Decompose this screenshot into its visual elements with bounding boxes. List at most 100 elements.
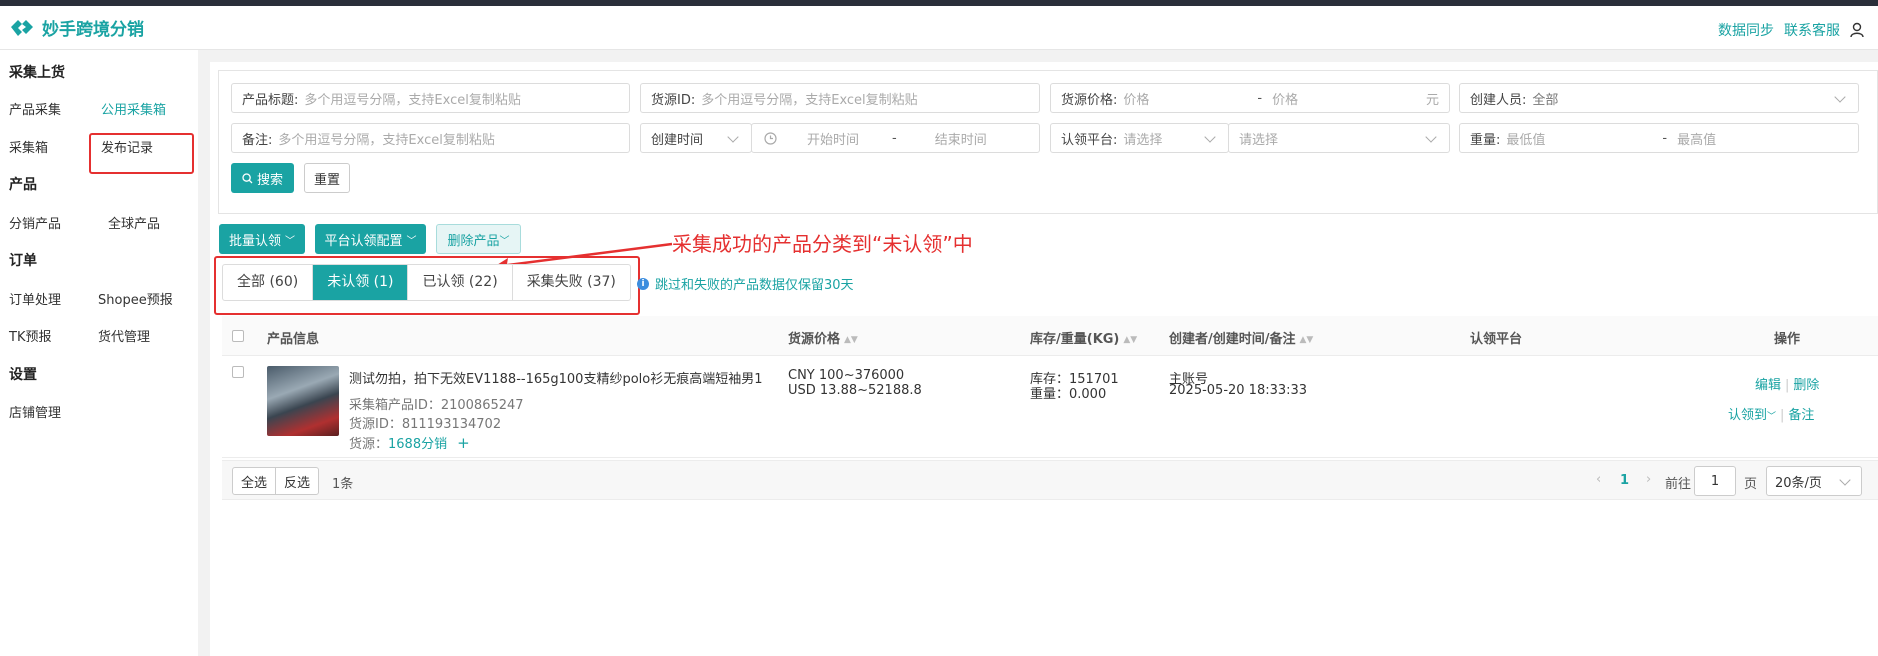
sidebar-item-shopee-forecast[interactable]: Shopee预报 bbox=[98, 289, 173, 308]
status-tabs: 全部 (60) 未认领 (1) 已认领 (22) 采集失败 (37) bbox=[222, 264, 631, 301]
chevron-down-icon bbox=[1839, 474, 1851, 486]
search-button-label: 搜索 bbox=[256, 172, 283, 188]
search-icon bbox=[242, 172, 253, 183]
row-actions-bottom: 认领到﹀ | 备注 bbox=[1728, 404, 1814, 423]
batch-claim-label: 批量认领 bbox=[228, 233, 281, 249]
batch-claim-button[interactable]: 批量认领 ﹀ bbox=[219, 224, 305, 254]
prev-page-icon[interactable]: ‹ bbox=[1596, 472, 1601, 487]
remark-field[interactable]: 备注: 多个用逗号分隔，支持Excel复制粘贴 bbox=[231, 123, 630, 153]
action-divider: | bbox=[1785, 378, 1790, 393]
row-actions-top: 编辑 | 删除 bbox=[1755, 374, 1819, 393]
product-title-field[interactable]: 产品标题: 多个用逗号分隔，支持Excel复制粘贴 bbox=[231, 83, 630, 113]
claim-platform-label: 认领平台: bbox=[1061, 132, 1118, 148]
sidebar-item-product-collect[interactable]: 产品采集 bbox=[9, 99, 61, 118]
product-title[interactable]: 测试勿拍，拍下无效EV1188--165g100支精纱polo衫无痕高端短袖男1 bbox=[349, 368, 763, 387]
table-header: 产品信息 货源价格 ▲▼ 库存/重量(KG) ▲▼ 创建者/创建时间/备注 ▲▼ 认领… bbox=[222, 316, 1878, 356]
select-all-button[interactable]: 全选 bbox=[232, 467, 276, 495]
weight-max-input[interactable]: 最高值 bbox=[1667, 129, 1716, 148]
annotation-text: 采集成功的产品分类到“未认领”中 bbox=[672, 232, 973, 256]
price-unit: 元 bbox=[1425, 92, 1439, 108]
weight-label: 重量: bbox=[1470, 132, 1501, 148]
search-button[interactable]: 搜索 bbox=[231, 163, 294, 193]
remark-placeholder: 多个用逗号分隔，支持Excel复制粘贴 bbox=[278, 132, 495, 148]
chevron-down-icon bbox=[1425, 131, 1437, 143]
data-sync-link[interactable]: 数据同步 bbox=[1718, 20, 1774, 40]
time-start-input[interactable]: 开始时间 bbox=[777, 129, 892, 148]
retention-notice-text: 跳过和失败的产品数据仅保留30天 bbox=[655, 278, 854, 293]
created-at: 2025-05-20 18:33:33 bbox=[1169, 383, 1308, 398]
tab-collect-failed[interactable]: 采集失败 (37) bbox=[513, 265, 630, 300]
contact-support-link[interactable]: 联系客服 bbox=[1784, 20, 1840, 40]
remark-link[interactable]: 备注 bbox=[1788, 408, 1814, 423]
source-price-field[interactable]: 货源价格: 价格 - 价格 元 bbox=[1050, 83, 1450, 113]
chevron-down-icon: ﹀ bbox=[285, 235, 295, 247]
row-checkbox[interactable] bbox=[232, 366, 244, 378]
edit-link[interactable]: 编辑 bbox=[1755, 378, 1781, 393]
header-operations: 操作 bbox=[1774, 332, 1801, 347]
sidebar-item-collect-box[interactable]: 采集箱 bbox=[9, 137, 48, 156]
sidebar-item-distribution-products[interactable]: 分销产品 bbox=[9, 213, 61, 232]
delete-link[interactable]: 删除 bbox=[1793, 378, 1819, 393]
sidebar-item-public-collect-box[interactable]: 公用采集箱 bbox=[101, 99, 166, 118]
header-source-price[interactable]: 货源价格 ▲▼ bbox=[788, 328, 858, 347]
invert-selection-button[interactable]: 反选 bbox=[275, 467, 319, 495]
claim-platform-second-select[interactable]: 请选择 bbox=[1228, 123, 1450, 153]
chevron-down-icon bbox=[727, 131, 739, 143]
source-label: 货源： bbox=[349, 437, 389, 452]
product-title-placeholder: 多个用逗号分隔，支持Excel复制粘贴 bbox=[304, 92, 521, 108]
sort-icon[interactable]: ▲▼ bbox=[1123, 335, 1137, 345]
weight-field[interactable]: 重量: 最低值 - 最高值 bbox=[1459, 123, 1859, 153]
sidebar-item-forwarder-management[interactable]: 货代管理 bbox=[98, 326, 150, 345]
header-product-info: 产品信息 bbox=[267, 332, 320, 347]
select-all-checkbox[interactable] bbox=[232, 330, 244, 342]
sidebar-item-store-management[interactable]: 店铺管理 bbox=[9, 402, 61, 421]
page-size-value: 20条/页 bbox=[1775, 475, 1822, 491]
sort-icon[interactable]: ▲▼ bbox=[844, 335, 858, 345]
sidebar-item-order-processing[interactable]: 订单处理 bbox=[9, 289, 61, 308]
chevron-down-icon bbox=[1204, 131, 1216, 143]
time-type-value: 创建时间 bbox=[651, 132, 704, 148]
creator-select[interactable]: 创建人员: 全部 bbox=[1459, 83, 1859, 113]
weight-min-input[interactable]: 最低值 bbox=[1500, 129, 1662, 148]
user-icon[interactable] bbox=[1850, 22, 1864, 38]
tab-claimed[interactable]: 已认领 (22) bbox=[408, 265, 513, 300]
goto-label: 前往 bbox=[1665, 477, 1692, 492]
remark-label: 备注: bbox=[242, 132, 273, 148]
platform-claim-config-button[interactable]: 平台认领配置 ﹀ bbox=[315, 224, 426, 254]
page-number-current[interactable]: 1 bbox=[1620, 473, 1629, 488]
add-icon[interactable]: + bbox=[457, 434, 470, 452]
header-stock-weight[interactable]: 库存/重量(KG) ▲▼ bbox=[1030, 328, 1137, 347]
reset-button[interactable]: 重置 bbox=[304, 163, 350, 193]
time-end-input[interactable]: 结束时间 bbox=[897, 129, 987, 148]
source-price-label: 货源价格: bbox=[1061, 92, 1118, 108]
source-id-field[interactable]: 货源ID: 多个用逗号分隔，支持Excel复制粘贴 bbox=[640, 83, 1040, 113]
tab-unclaimed[interactable]: 未认领 (1) bbox=[313, 265, 409, 300]
sidebar-item-tk-forecast[interactable]: TK预报 bbox=[9, 326, 51, 345]
source-link[interactable]: 1688分销 bbox=[388, 437, 447, 452]
goto-page-input[interactable]: 1 bbox=[1694, 466, 1736, 496]
product-thumbnail[interactable] bbox=[267, 366, 339, 436]
annotation-highlight-sidebar bbox=[89, 133, 194, 174]
chevron-down-icon bbox=[1834, 91, 1846, 103]
claim-platform-select[interactable]: 认领平台: 请选择 bbox=[1050, 123, 1229, 153]
header-claim-platform: 认领平台 bbox=[1470, 332, 1523, 347]
next-page-icon[interactable]: › bbox=[1646, 472, 1651, 487]
tab-all[interactable]: 全部 (60) bbox=[223, 265, 314, 300]
claim-to-dropdown[interactable]: 认领到﹀ bbox=[1728, 408, 1776, 423]
price-max-input[interactable]: 价格 bbox=[1262, 89, 1298, 108]
page-size-select[interactable]: 20条/页 bbox=[1766, 466, 1862, 496]
app-title: 妙手跨境分销 bbox=[42, 19, 144, 40]
source-info: 货源：1688分销 + bbox=[349, 433, 470, 452]
sidebar-group-orders: 订单 bbox=[9, 253, 37, 269]
sort-icon[interactable]: ▲▼ bbox=[1300, 335, 1314, 345]
header-creator-label: 创建者/创建时间/备注 bbox=[1169, 332, 1296, 347]
sidebar-item-global-products[interactable]: 全球产品 bbox=[108, 213, 160, 232]
price-min-input[interactable]: 价格 bbox=[1117, 89, 1257, 108]
page-unit-label: 页 bbox=[1744, 477, 1758, 492]
app-logo[interactable]: 妙手跨境分销 bbox=[8, 14, 144, 40]
time-type-select[interactable]: 创建时间 bbox=[640, 123, 752, 153]
time-range-picker[interactable]: 开始时间 - 结束时间 bbox=[751, 123, 1040, 153]
claim-platform-second-placeholder: 请选择 bbox=[1239, 132, 1279, 148]
header-creator[interactable]: 创建者/创建时间/备注 ▲▼ bbox=[1169, 328, 1313, 347]
weight-value: 重量：0.000 bbox=[1030, 387, 1107, 402]
